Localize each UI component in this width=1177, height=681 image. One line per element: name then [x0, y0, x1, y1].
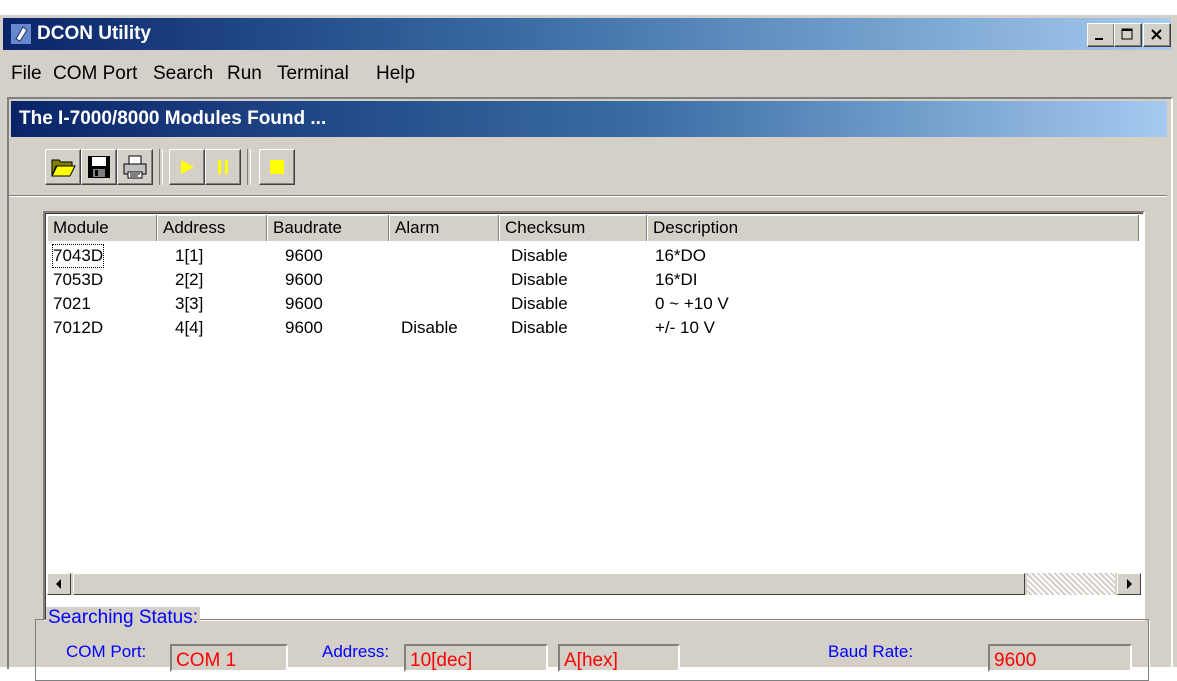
cell-checksum: Disable: [511, 318, 568, 337]
cell-address: 2[2]: [175, 270, 204, 289]
maximize-button[interactable]: [1114, 23, 1142, 47]
cell-module: 7053D: [53, 270, 104, 289]
baud-rate-value: 9600: [988, 644, 1132, 672]
cell-baudrate: 9600: [285, 270, 323, 289]
cell-module: 7021: [53, 294, 91, 313]
open-button[interactable]: [45, 149, 81, 185]
searching-status-group: Searching Status: COM Port: COM 1 Addres…: [35, 607, 1149, 681]
modules-list[interactable]: Module Address Baudrate Alarm Checksum D…: [43, 211, 1145, 621]
toolbar-separator: [247, 149, 251, 185]
horizontal-scrollbar[interactable]: [47, 573, 1141, 595]
app-icon: [11, 24, 31, 44]
close-icon: [1151, 29, 1162, 40]
scroll-right-button[interactable]: [1117, 573, 1141, 595]
toolbar-separator: [159, 149, 163, 185]
cell-address: 4[4]: [175, 318, 204, 337]
column-header-description[interactable]: Description: [647, 215, 1139, 241]
scroll-left-button[interactable]: [47, 573, 71, 595]
cell-alarm: Disable: [401, 318, 458, 337]
run-button[interactable]: [169, 149, 205, 185]
column-header-address[interactable]: Address: [157, 215, 267, 241]
scrollbar-track[interactable]: [1027, 573, 1115, 595]
cell-baudrate: 9600: [285, 246, 323, 265]
close-button[interactable]: [1143, 23, 1171, 47]
stop-icon: [270, 160, 284, 174]
address-dec-value: 10[dec]: [404, 644, 548, 672]
arrow-left-icon: [56, 579, 61, 589]
printer-icon: [123, 155, 147, 179]
modules-found-window: The I-7000/8000 Modules Found ... Module…: [7, 97, 1173, 681]
menu-run[interactable]: Run: [227, 62, 262, 86]
print-button[interactable]: [117, 149, 153, 185]
column-header-alarm[interactable]: Alarm: [389, 215, 499, 241]
menu-search[interactable]: Search: [153, 62, 213, 86]
com-port-value: COM 1: [170, 644, 288, 672]
cell-description: 0 ~ +10 V: [655, 294, 729, 313]
pause-button[interactable]: [205, 149, 241, 185]
cell-description: +/- 10 V: [655, 318, 716, 337]
title-bar[interactable]: DCON Utility: [3, 18, 1171, 50]
open-folder-icon: [51, 159, 76, 177]
menu-help[interactable]: Help: [376, 62, 415, 86]
menu-bar: File COM Port Search Run Terminal Help: [3, 53, 1171, 95]
searching-status-title: Searching Status:: [46, 607, 200, 629]
minimize-icon: [1095, 38, 1103, 40]
cell-checksum: Disable: [511, 294, 568, 313]
save-disk-icon: [88, 156, 110, 178]
menu-file[interactable]: File: [11, 62, 42, 86]
menu-com-port[interactable]: COM Port: [53, 62, 137, 86]
cell-baudrate: 9600: [285, 318, 323, 337]
menu-terminal[interactable]: Terminal: [277, 62, 349, 86]
maximize-icon: [1121, 28, 1133, 40]
cell-module: 7043D: [51, 244, 105, 268]
column-header-checksum[interactable]: Checksum: [499, 215, 647, 241]
pause-icon: [218, 160, 228, 174]
com-port-label: COM Port:: [66, 642, 147, 661]
child-window-title: The I-7000/8000 Modules Found ...: [19, 108, 327, 129]
arrow-right-icon: [1127, 579, 1132, 589]
cell-address: 3[3]: [175, 294, 204, 313]
baud-rate-label: Baud Rate:: [828, 642, 914, 661]
column-header-module[interactable]: Module: [47, 215, 157, 241]
column-header-baudrate[interactable]: Baudrate: [267, 215, 389, 241]
toolbar-divider: [9, 195, 1167, 197]
cell-checksum: Disable: [511, 270, 568, 289]
scrollbar-thumb[interactable]: [73, 573, 1025, 595]
cell-module: 7012D: [53, 318, 104, 337]
cell-checksum: Disable: [511, 246, 568, 265]
child-title-bar[interactable]: The I-7000/8000 Modules Found ...: [11, 101, 1167, 137]
window-title: DCON Utility: [37, 23, 151, 44]
cell-baudrate: 9600: [285, 294, 323, 313]
play-icon: [181, 160, 194, 174]
cell-description: 16*DI: [655, 270, 698, 289]
cell-description: 16*DO: [655, 246, 707, 265]
stop-button[interactable]: [259, 149, 295, 185]
minimize-button[interactable]: [1087, 23, 1115, 47]
address-hex-value: A[hex]: [558, 644, 680, 672]
cell-address: 1[1]: [175, 246, 204, 265]
address-label: Address:: [322, 642, 390, 661]
save-button[interactable]: [81, 149, 117, 185]
dcon-utility-window: DCON Utility File COM Port Search Run Te…: [0, 14, 1177, 681]
